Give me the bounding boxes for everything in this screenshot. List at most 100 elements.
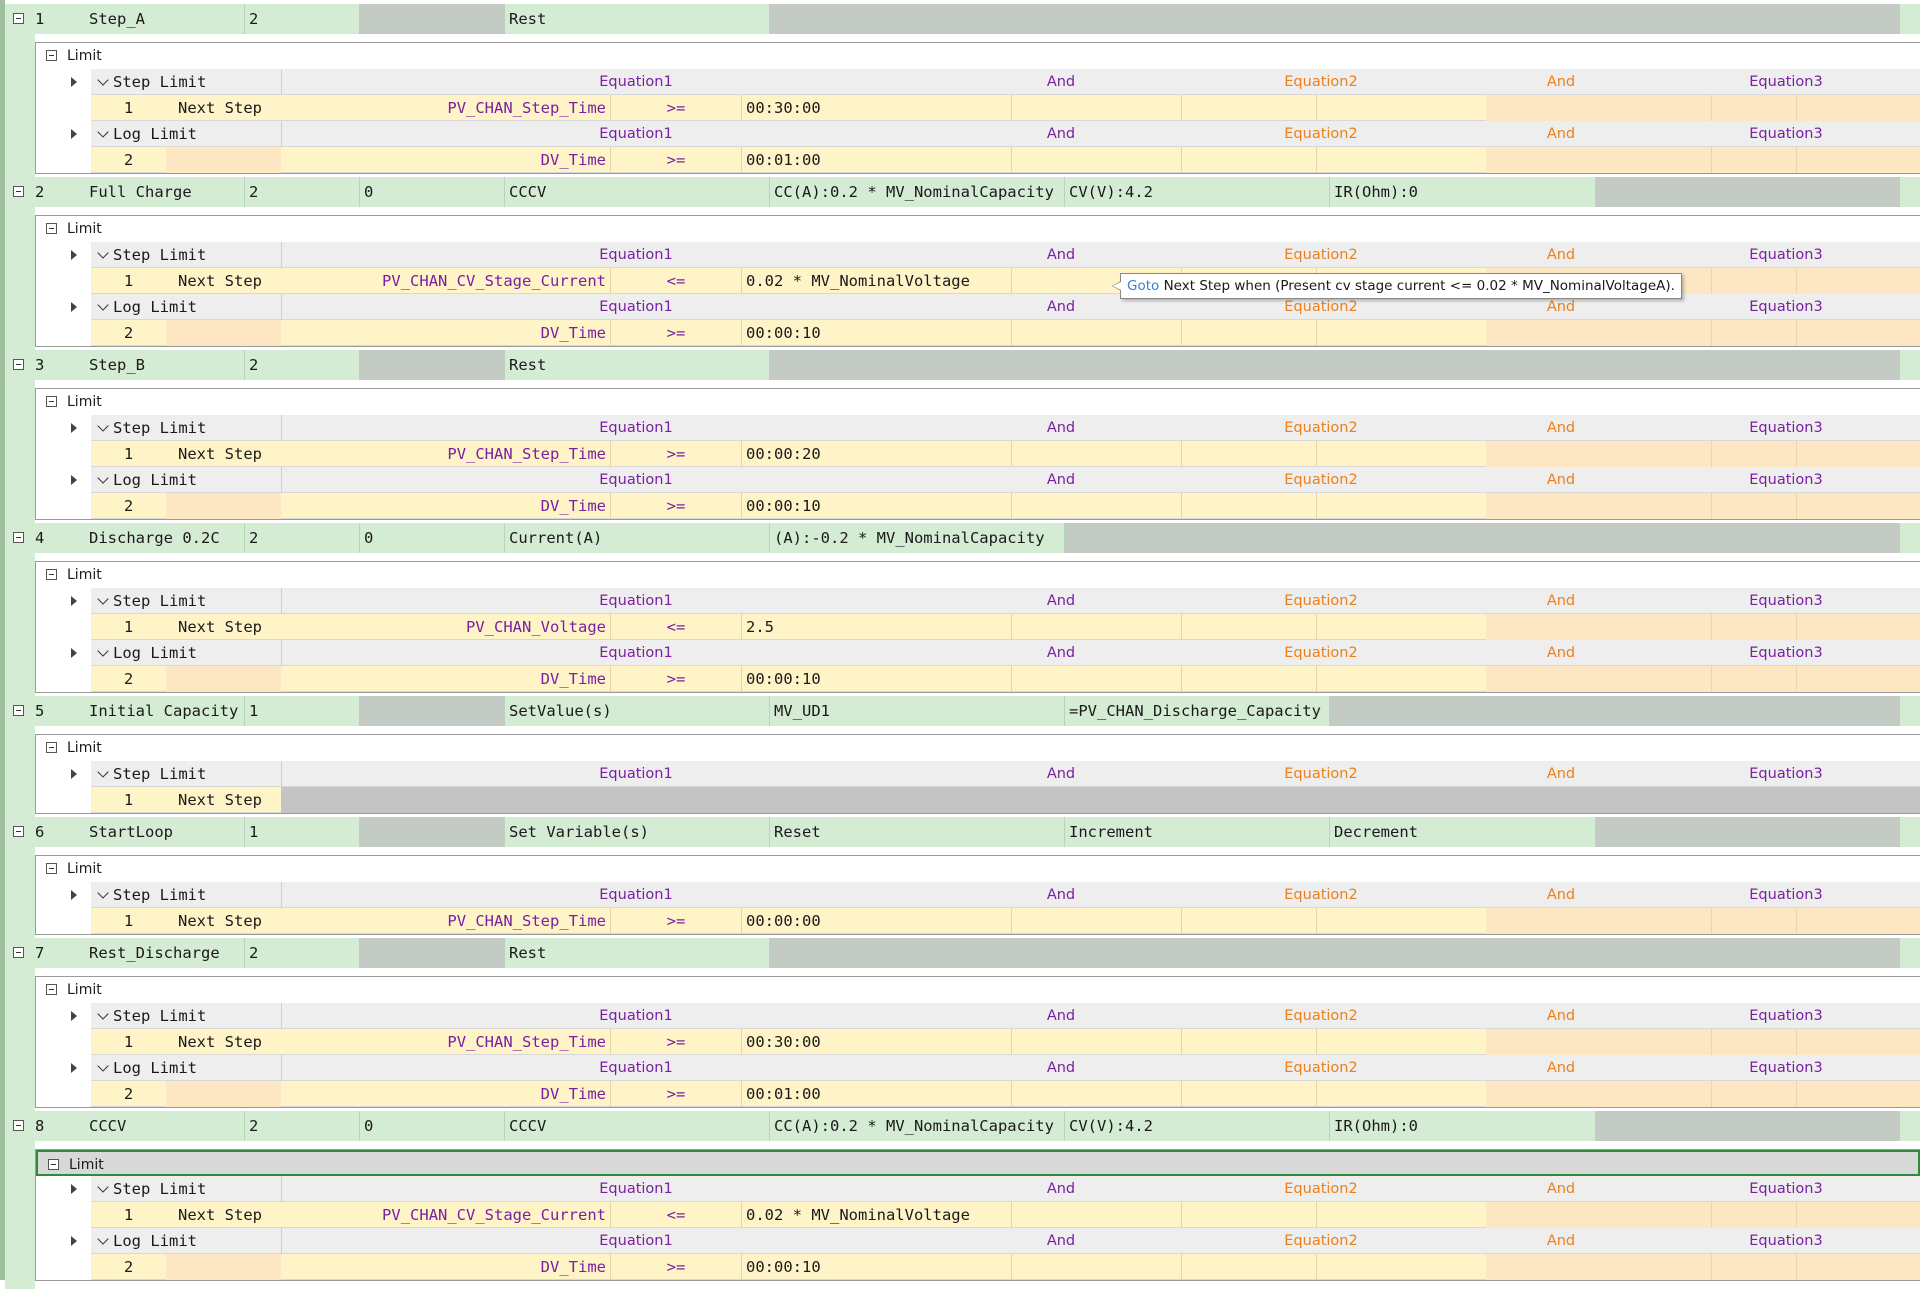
row-expander-icon[interactable]	[71, 648, 77, 658]
log-limit-row[interactable]: 2 DV_Time >= 00:01:00	[91, 147, 1920, 173]
limit-variable[interactable]: DV_Time	[281, 320, 611, 346]
step-col-2[interactable]: 1	[245, 817, 360, 847]
limit-operator[interactable]: >=	[611, 95, 741, 121]
row-expander-icon[interactable]	[71, 1184, 77, 1194]
step-limit-header[interactable]: Step Limit Equation1 And Equation2 And Equati…	[71, 415, 1920, 441]
step-col-5[interactable]: CC(A):0.2 * MV_NominalCapacity	[770, 177, 1065, 207]
step-name[interactable]: Full Charge	[85, 177, 245, 207]
step-limit-row[interactable]: 1 Next Step PV_CHAN_Voltage <= 2.5	[91, 614, 1920, 640]
step-col-6[interactable]	[1065, 523, 1900, 553]
log-limit-header[interactable]: Log Limit Equation1 And Equation2 And Equatio…	[71, 467, 1920, 493]
limit-value[interactable]: 00:00:10	[741, 1254, 1011, 1280]
step-row[interactable]: 6 StartLoop 1 Set Variable(s) Reset Increment…	[5, 817, 1920, 847]
limit-collapse-icon[interactable]	[48, 1159, 59, 1170]
log-limit-header[interactable]: Log Limit Equation1 And Equation2 And Equatio…	[71, 1228, 1920, 1254]
step-limit-header[interactable]: Step Limit Equation1 And Equation2 And Equati…	[71, 242, 1920, 268]
step-col-3[interactable]	[360, 696, 505, 726]
limit-header[interactable]: Limit	[36, 735, 1920, 761]
limit-goto[interactable]: Next Step	[166, 1202, 281, 1228]
chevron-down-icon[interactable]	[97, 247, 109, 259]
limit-value[interactable]: 00:30:00	[741, 1029, 1011, 1055]
limit-collapse-icon[interactable]	[46, 984, 57, 995]
step-col-5[interactable]: (A):-0.2 * MV_NominalCapacity	[770, 523, 1065, 553]
step-limit-row[interactable]: 1 Next Step	[91, 787, 1920, 813]
log-limit-row[interactable]: 2 DV_Time >= 00:00:10	[91, 666, 1920, 692]
step-col-5[interactable]: CC(A):0.2 * MV_NominalCapacity	[770, 1111, 1065, 1141]
limit-value[interactable]: 00:00:00	[741, 908, 1011, 934]
chevron-down-icon[interactable]	[97, 74, 109, 86]
chevron-down-icon[interactable]	[97, 472, 109, 484]
step-name[interactable]: Rest_Discharge	[85, 938, 245, 968]
limit-variable[interactable]: PV_CHAN_CV_Stage_Current	[281, 268, 611, 294]
limit-variable[interactable]: PV_CHAN_Step_Time	[281, 1029, 611, 1055]
step-row[interactable]: 2 Full Charge 2 0 CCCV CC(A):0.2 * MV_Nominal…	[5, 177, 1920, 207]
step-row[interactable]: 8 CCCV 2 0 CCCV CC(A):0.2 * MV_NominalCapacit…	[5, 1111, 1920, 1141]
limit-collapse-icon[interactable]	[46, 50, 57, 61]
step-col-5[interactable]	[770, 938, 1900, 968]
limit-goto[interactable]: Next Step	[166, 1029, 281, 1055]
collapse-toggle-icon[interactable]	[13, 13, 24, 24]
step-col-5[interactable]	[770, 350, 1900, 380]
limit-goto[interactable]: Next Step	[166, 441, 281, 467]
limit-header[interactable]: Limit	[36, 43, 1920, 69]
step-col-2[interactable]: 2	[245, 177, 360, 207]
step-col-3[interactable]: 0	[360, 1111, 505, 1141]
limit-value[interactable]: 2.5	[741, 614, 1011, 640]
step-name[interactable]: StartLoop	[85, 817, 245, 847]
step-col-3[interactable]	[360, 938, 505, 968]
step-col-5[interactable]: Reset	[770, 817, 1065, 847]
step-col-2[interactable]: 2	[245, 523, 360, 553]
limit-collapse-icon[interactable]	[46, 863, 57, 874]
limit-collapse-icon[interactable]	[46, 223, 57, 234]
row-expander-icon[interactable]	[71, 890, 77, 900]
step-col-2[interactable]: 2	[245, 938, 360, 968]
step-col-3[interactable]	[360, 4, 505, 34]
step-row[interactable]: 4 Discharge 0.2C 2 0 Current(A) (A):-0.2 * MV…	[5, 523, 1920, 553]
step-limit-row[interactable]: 1 Next Step PV_CHAN_Step_Time >= 00:30:00	[91, 95, 1920, 121]
step-type[interactable]: Rest	[505, 938, 770, 968]
collapse-toggle-icon[interactable]	[13, 705, 24, 716]
log-limit-row[interactable]: 2 DV_Time >= 00:01:00	[91, 1081, 1920, 1107]
step-col-5[interactable]	[770, 4, 1900, 34]
limit-value[interactable]: 0.02 * MV_NominalVoltage	[741, 268, 1011, 294]
step-limit-header[interactable]: Step Limit Equation1 And Equation2 And Equati…	[71, 761, 1920, 787]
step-col-6[interactable]: CV(V):4.2	[1065, 1111, 1330, 1141]
limit-operator[interactable]: >=	[611, 441, 741, 467]
step-limit-header[interactable]: Step Limit Equation1 And Equation2 And Equati…	[71, 69, 1920, 95]
step-name[interactable]: Step_B	[85, 350, 245, 380]
limit-value[interactable]: 00:00:10	[741, 320, 1011, 346]
step-type[interactable]: SetValue(s)	[505, 696, 770, 726]
row-expander-icon[interactable]	[71, 1063, 77, 1073]
step-col-2[interactable]: 2	[245, 1111, 360, 1141]
step-col-2[interactable]: 2	[245, 4, 360, 34]
limit-operator[interactable]: >=	[611, 908, 741, 934]
row-expander-icon[interactable]	[71, 475, 77, 485]
step-row[interactable]: 3 Step_B 2 Rest	[5, 350, 1920, 380]
limit-variable[interactable]: DV_Time	[281, 666, 611, 692]
chevron-down-icon[interactable]	[97, 887, 109, 899]
limit-header[interactable]: Limit	[36, 856, 1920, 882]
step-type[interactable]: CCCV	[505, 177, 770, 207]
row-expander-icon[interactable]	[71, 769, 77, 779]
chevron-down-icon[interactable]	[97, 766, 109, 778]
limit-value[interactable]: 00:00:20	[741, 441, 1011, 467]
limit-operator[interactable]: >=	[611, 493, 741, 519]
collapse-toggle-icon[interactable]	[13, 359, 24, 370]
limit-variable[interactable]: PV_CHAN_Voltage	[281, 614, 611, 640]
step-row[interactable]: 7 Rest_Discharge 2 Rest	[5, 938, 1920, 968]
chevron-down-icon[interactable]	[97, 299, 109, 311]
row-expander-icon[interactable]	[71, 250, 77, 260]
step-limit-row[interactable]: 1 Next Step PV_CHAN_Step_Time >= 00:00:00	[91, 908, 1920, 934]
row-expander-icon[interactable]	[71, 1011, 77, 1021]
step-col-5[interactable]: MV_UD1	[770, 696, 1065, 726]
step-name[interactable]: Step_A	[85, 4, 245, 34]
collapse-toggle-icon[interactable]	[13, 826, 24, 837]
limit-operator[interactable]: <=	[611, 614, 741, 640]
chevron-down-icon[interactable]	[97, 1181, 109, 1193]
limit-variable[interactable]: PV_CHAN_Step_Time	[281, 95, 611, 121]
limit-variable[interactable]: DV_Time	[281, 1254, 611, 1280]
log-limit-row[interactable]: 2 DV_Time >= 00:00:10	[91, 320, 1920, 346]
limit-operator[interactable]: >=	[611, 320, 741, 346]
step-limit-header[interactable]: Step Limit Equation1 And Equation2 And Equati…	[71, 882, 1920, 908]
collapse-toggle-icon[interactable]	[13, 947, 24, 958]
